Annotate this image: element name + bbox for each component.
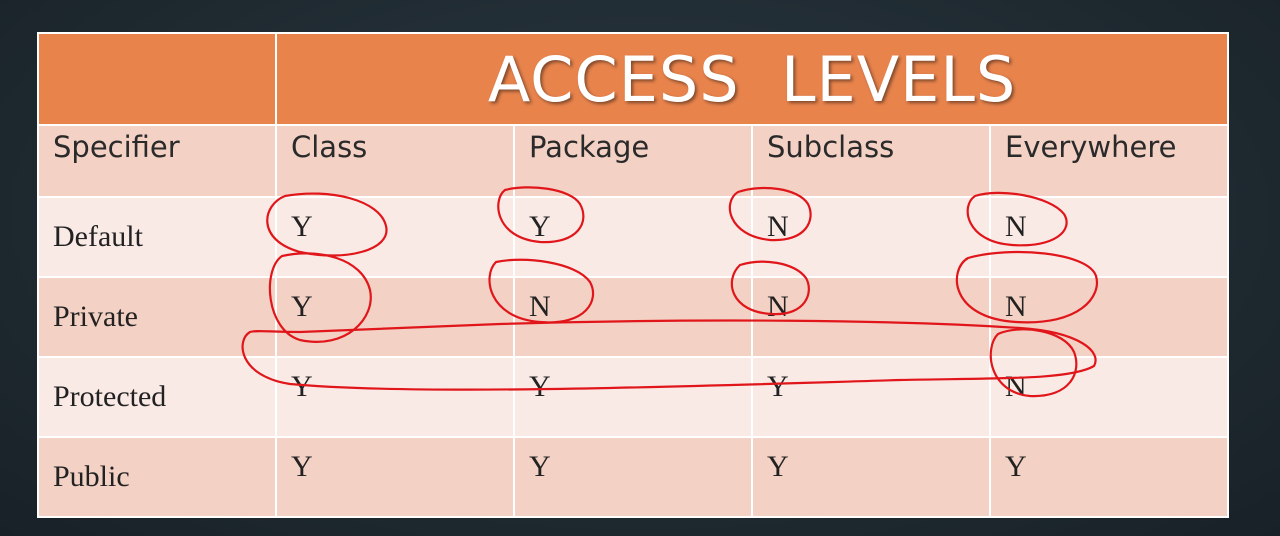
value-cell: Y xyxy=(275,436,515,518)
column-header-everywhere: Everywhere xyxy=(988,124,1230,198)
specifier-cell: Public xyxy=(37,436,277,518)
column-header-specifier: Specifier xyxy=(37,124,277,198)
table-row-protected: Protected Y Y Y N xyxy=(37,356,1230,438)
column-header-class: Class xyxy=(275,124,515,198)
header-blank-cell xyxy=(37,32,277,126)
value-cell: N xyxy=(988,276,1230,358)
value-cell: N xyxy=(751,276,991,358)
column-header-row: Specifier Class Package Subclass Everywh… xyxy=(37,124,1230,198)
access-levels-table: ACCESS LEVELS Specifier Class Package Su… xyxy=(37,32,1230,518)
table-row-default: Default Y Y N N xyxy=(37,196,1230,278)
value-cell: N xyxy=(988,196,1230,278)
value-cell: Y xyxy=(751,436,991,518)
value-cell: N xyxy=(513,276,753,358)
value-cell: Y xyxy=(988,436,1230,518)
specifier-cell: Default xyxy=(37,196,277,278)
value-cell: Y xyxy=(513,196,753,278)
value-cell: Y xyxy=(513,436,753,518)
column-header-subclass: Subclass xyxy=(751,124,991,198)
value-cell: Y xyxy=(275,356,515,438)
value-cell: Y xyxy=(275,276,515,358)
header-row: ACCESS LEVELS xyxy=(37,32,1230,126)
table-title: ACCESS LEVELS xyxy=(274,32,1230,126)
value-cell: Y xyxy=(513,356,753,438)
table-row-public: Public Y Y Y Y xyxy=(37,436,1230,518)
specifier-cell: Protected xyxy=(37,356,277,438)
table-row-private: Private Y N N N xyxy=(37,276,1230,358)
specifier-cell: Private xyxy=(37,276,277,358)
column-header-package: Package xyxy=(513,124,753,198)
value-cell: Y xyxy=(275,196,515,278)
value-cell: Y xyxy=(751,356,991,438)
value-cell: N xyxy=(751,196,991,278)
value-cell: N xyxy=(988,356,1230,438)
